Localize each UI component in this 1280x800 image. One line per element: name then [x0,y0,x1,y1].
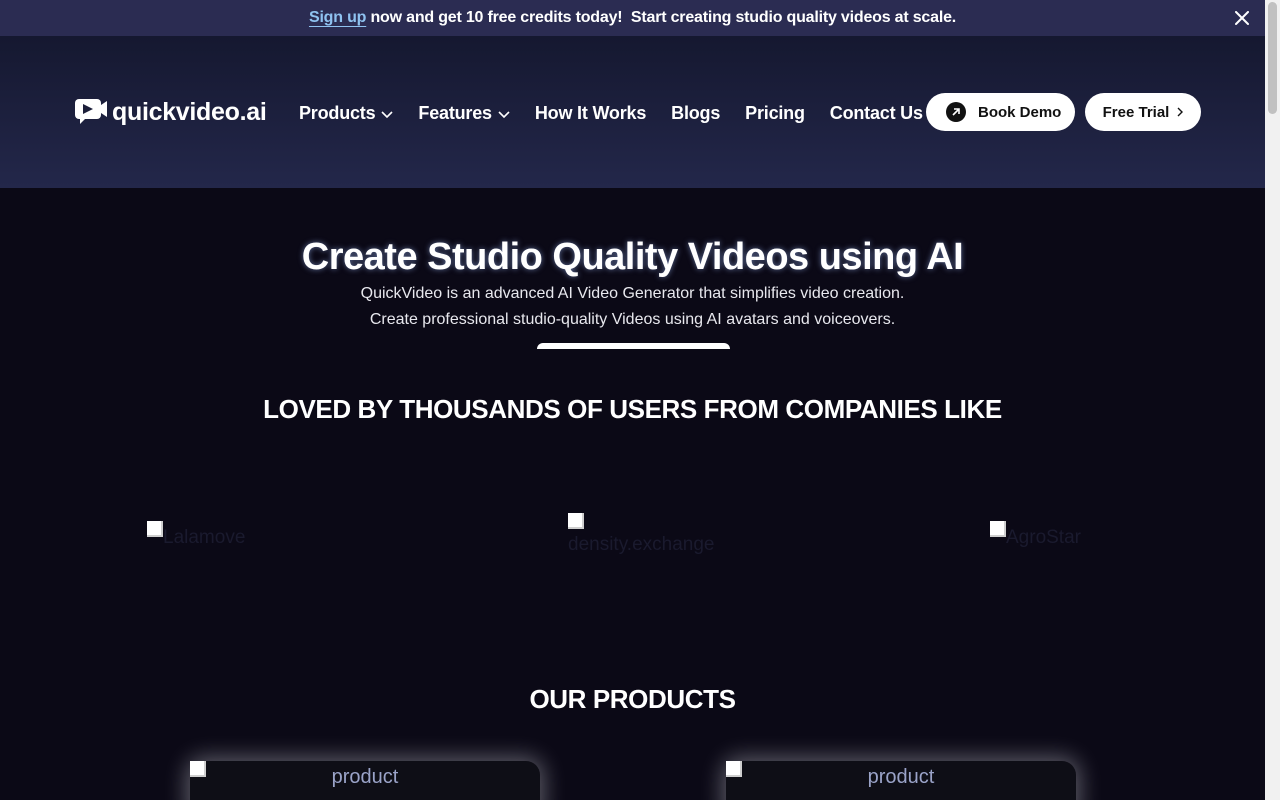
company-logo-lalamove: Lalamove [147,521,245,549]
broken-image-icon [568,513,584,529]
main-nav: Products Features How It Works Blogs Pri… [299,99,948,127]
product-image-alt: product [867,766,935,788]
close-icon[interactable] [1231,7,1253,29]
nav-pricing[interactable]: Pricing [745,103,805,124]
logo-text: quickvideo.ai [112,97,267,126]
nav-features[interactable]: Features [418,102,510,124]
free-trial-label: Free Trial [1102,103,1170,121]
broken-image-icon [990,521,1006,537]
page-scrollbar[interactable] [1265,0,1280,800]
hero-subtitle-line-1: QuickVideo is an advanced AI Video Gener… [360,285,905,302]
nav-features-label: Features [418,102,492,123]
nav-products[interactable]: Products [299,103,393,124]
announcement-bar: Sign up now and get 10 free credits toda… [0,0,1265,36]
products-heading: OUR PRODUCTS [529,684,736,714]
signup-link[interactable]: Sign up [309,9,366,27]
hero-subtitle-line-2: Create professional studio-quality Video… [369,311,896,328]
company-logo-density-exchange: density.exchange [568,513,714,556]
company-logo-alt: Lalamove [163,527,246,548]
chevron-right-icon [1177,104,1184,121]
hero-title: Create Studio Quality Videos using AI [301,236,964,278]
book-demo-label: Book Demo [978,103,1062,121]
company-logo-alt: density.exchange [568,534,715,555]
product-image-alt: product [331,766,399,788]
video-camera-icon [74,95,108,130]
nav-blogs[interactable]: Blogs [671,103,720,124]
broken-image-icon [147,521,163,537]
companies-heading: LOVED BY THOUSANDS OF USERS FROM COMPANI… [263,394,1002,424]
product-card[interactable]: product [190,761,540,800]
hero-cta-button[interactable] [537,343,730,349]
scrollbar-thumb[interactable] [1268,2,1277,114]
chevron-down-icon [381,103,393,124]
nav-products-label: Products [299,102,376,123]
logo[interactable]: quickvideo.ai [74,96,267,128]
product-card[interactable]: product [726,761,1076,800]
nav-contact-us[interactable]: Contact Us [830,103,923,124]
arrow-up-right-icon [946,102,966,122]
nav-how-it-works[interactable]: How It Works [535,103,646,124]
company-logo-agrostar: AgroStar [990,521,1081,549]
chevron-down-icon [498,103,510,124]
company-logo-alt: AgroStar [1006,527,1081,548]
book-demo-button[interactable]: Book Demo [926,93,1075,131]
free-trial-button[interactable]: Free Trial [1085,93,1201,131]
site-header: quickvideo.ai Products Features How It W… [0,36,1265,188]
announcement-text: now and get 10 free credits today! Start… [366,9,957,26]
